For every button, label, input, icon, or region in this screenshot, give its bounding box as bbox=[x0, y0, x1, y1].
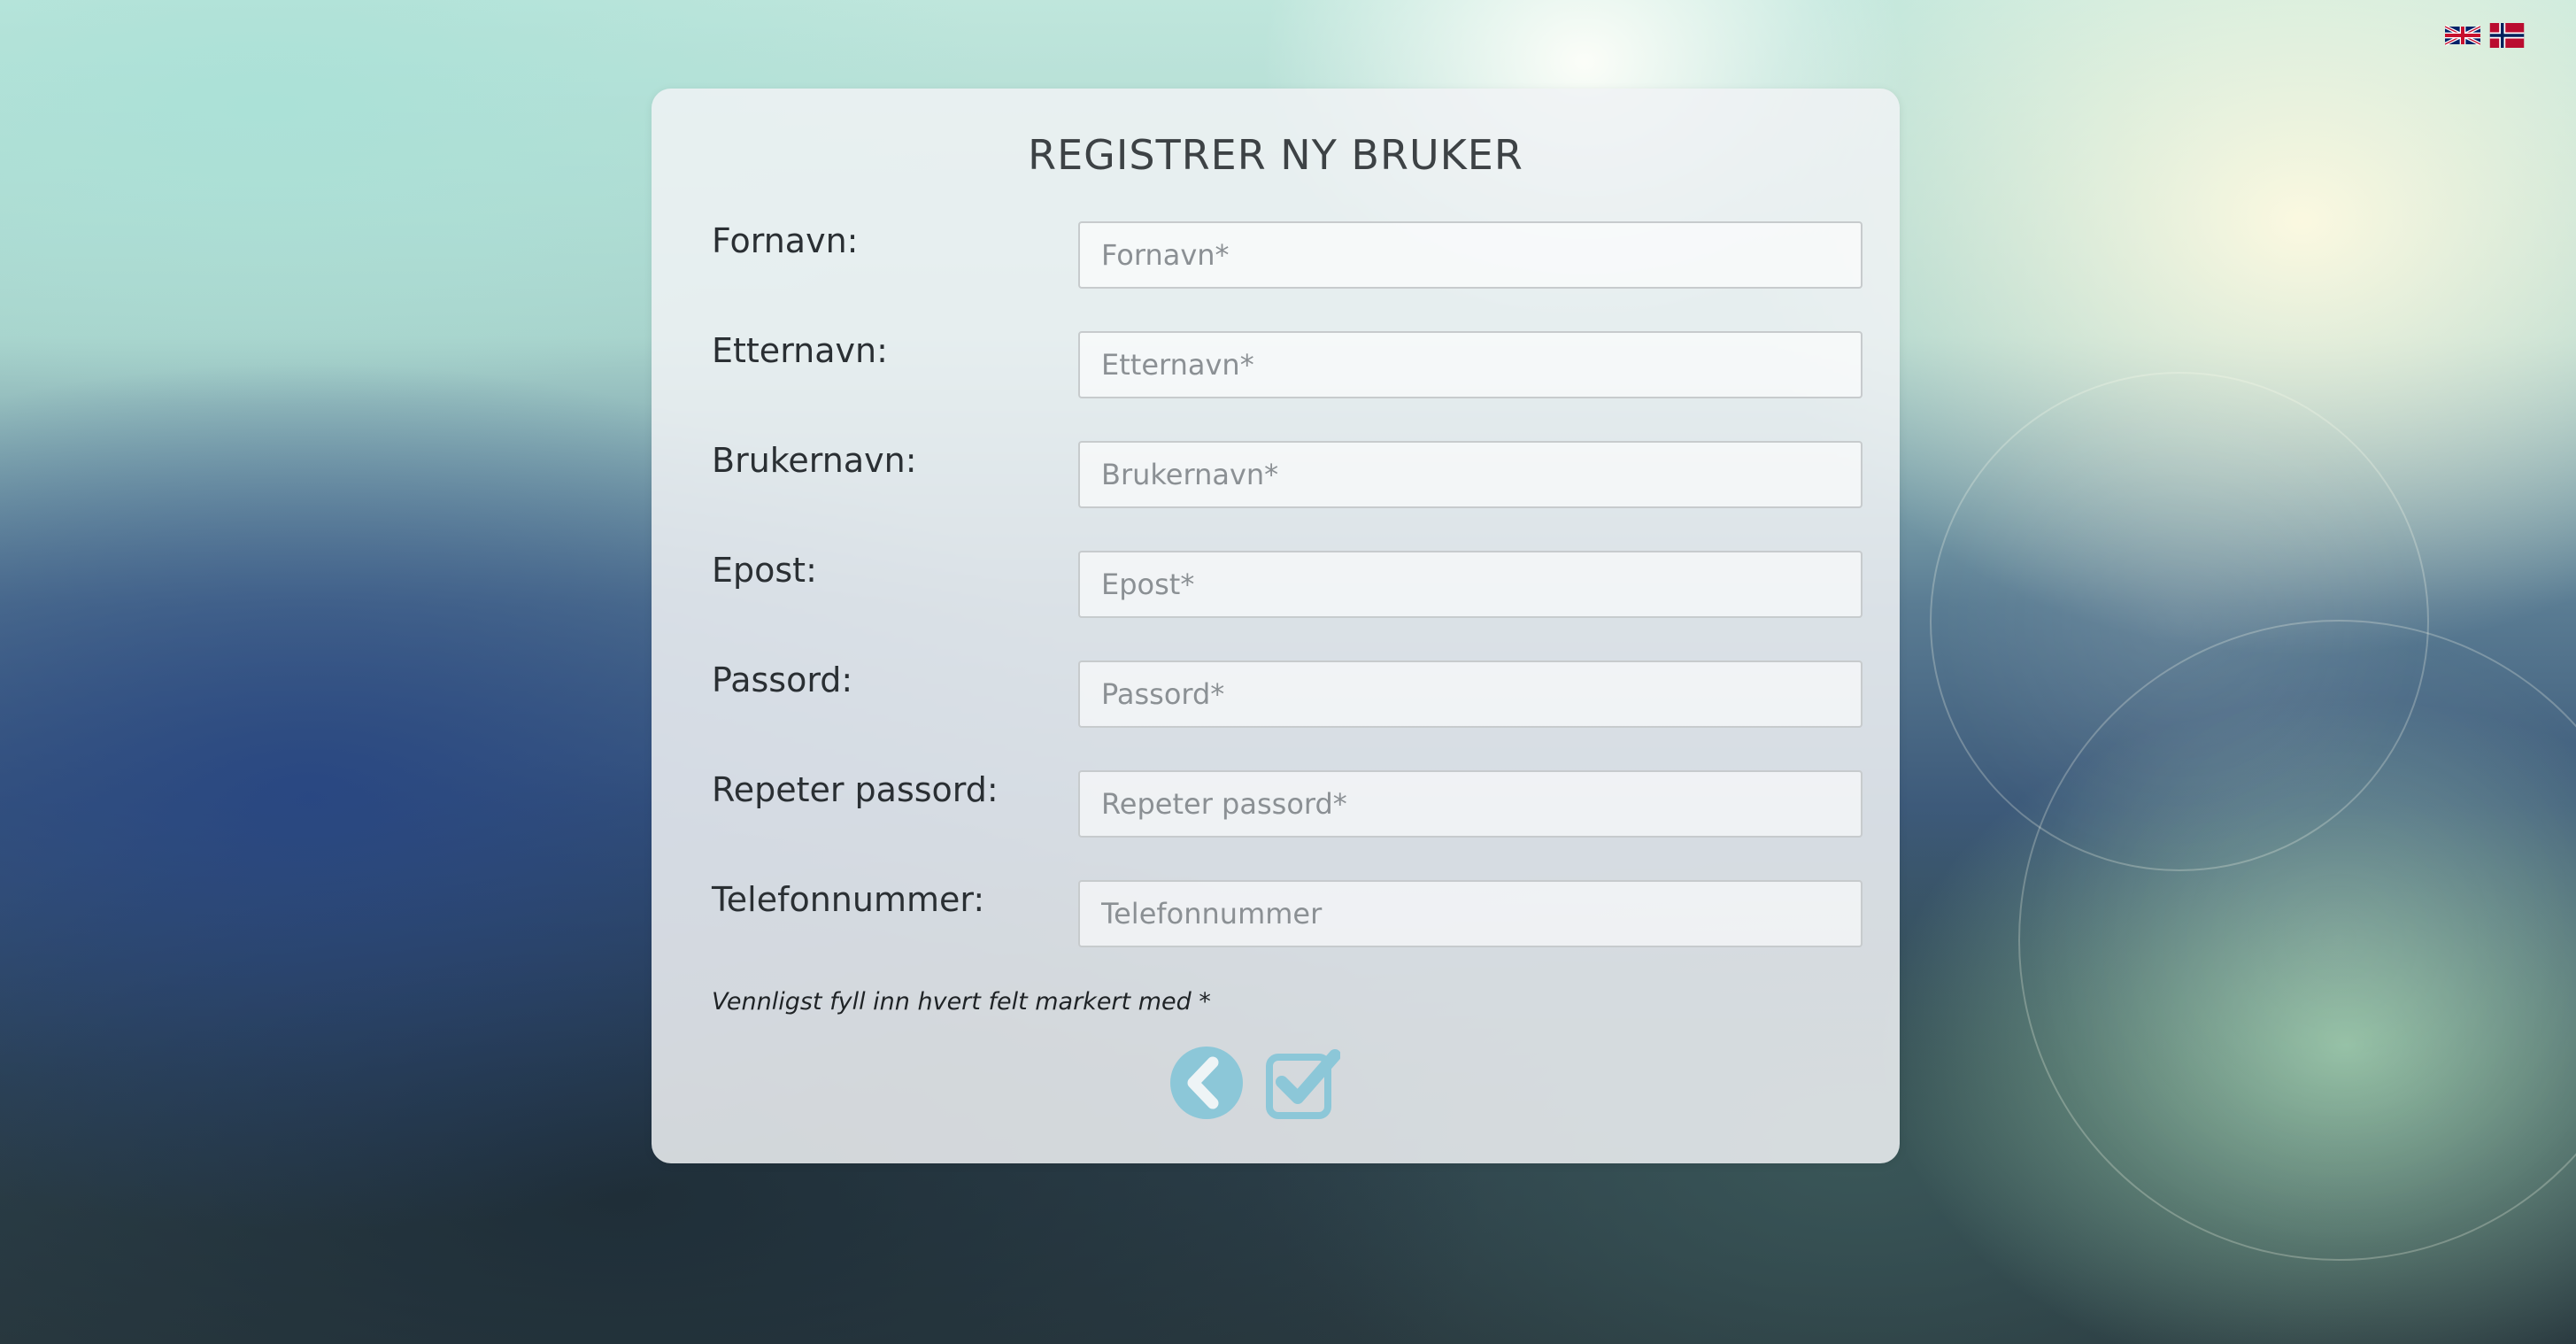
field-label: Fornavn: bbox=[712, 221, 859, 260]
email-field[interactable] bbox=[1078, 551, 1863, 618]
back-button[interactable] bbox=[1168, 1045, 1245, 1121]
norway-flag-icon[interactable] bbox=[2489, 23, 2525, 48]
form-row-epost: Epost: bbox=[712, 551, 1863, 618]
field-label: Passord: bbox=[712, 660, 853, 699]
form-row-fornavn: Fornavn: bbox=[712, 221, 1863, 289]
field-label: Telefonnummer: bbox=[712, 880, 985, 919]
form-row-passord: Passord: bbox=[712, 660, 1863, 728]
chevron-left-circle-icon bbox=[1170, 1047, 1243, 1119]
registration-card: REGISTRER NY BRUKER Fornavn: Etternavn: … bbox=[652, 89, 1900, 1163]
required-fields-note: Vennligst fyll inn hvert felt markert me… bbox=[712, 988, 1211, 1016]
checkbox-check-icon bbox=[1266, 1049, 1340, 1119]
form-row-etternavn: Etternavn: bbox=[712, 331, 1863, 398]
field-label: Epost: bbox=[712, 551, 817, 590]
repeat-password-field[interactable] bbox=[1078, 770, 1863, 838]
form-row-brukernavn: Brukernavn: bbox=[712, 441, 1863, 508]
form-row-telefonnummer: Telefonnummer: bbox=[712, 880, 1863, 947]
submit-button[interactable] bbox=[1264, 1045, 1340, 1121]
field-label: Brukernavn: bbox=[712, 441, 917, 480]
username-field[interactable] bbox=[1078, 441, 1863, 508]
first-name-field[interactable] bbox=[1078, 221, 1863, 289]
uk-flag-icon[interactable] bbox=[2445, 23, 2480, 48]
last-name-field[interactable] bbox=[1078, 331, 1863, 398]
page-title: REGISTRER NY BRUKER bbox=[1028, 131, 1523, 179]
password-field[interactable] bbox=[1078, 660, 1863, 728]
form-row-repeter-passord: Repeter passord: bbox=[712, 770, 1863, 838]
phone-field[interactable] bbox=[1078, 880, 1863, 947]
form-actions bbox=[1168, 1045, 1340, 1121]
field-label: Etternavn: bbox=[712, 331, 888, 370]
field-label: Repeter passord: bbox=[712, 770, 999, 809]
language-switcher bbox=[2445, 23, 2525, 48]
